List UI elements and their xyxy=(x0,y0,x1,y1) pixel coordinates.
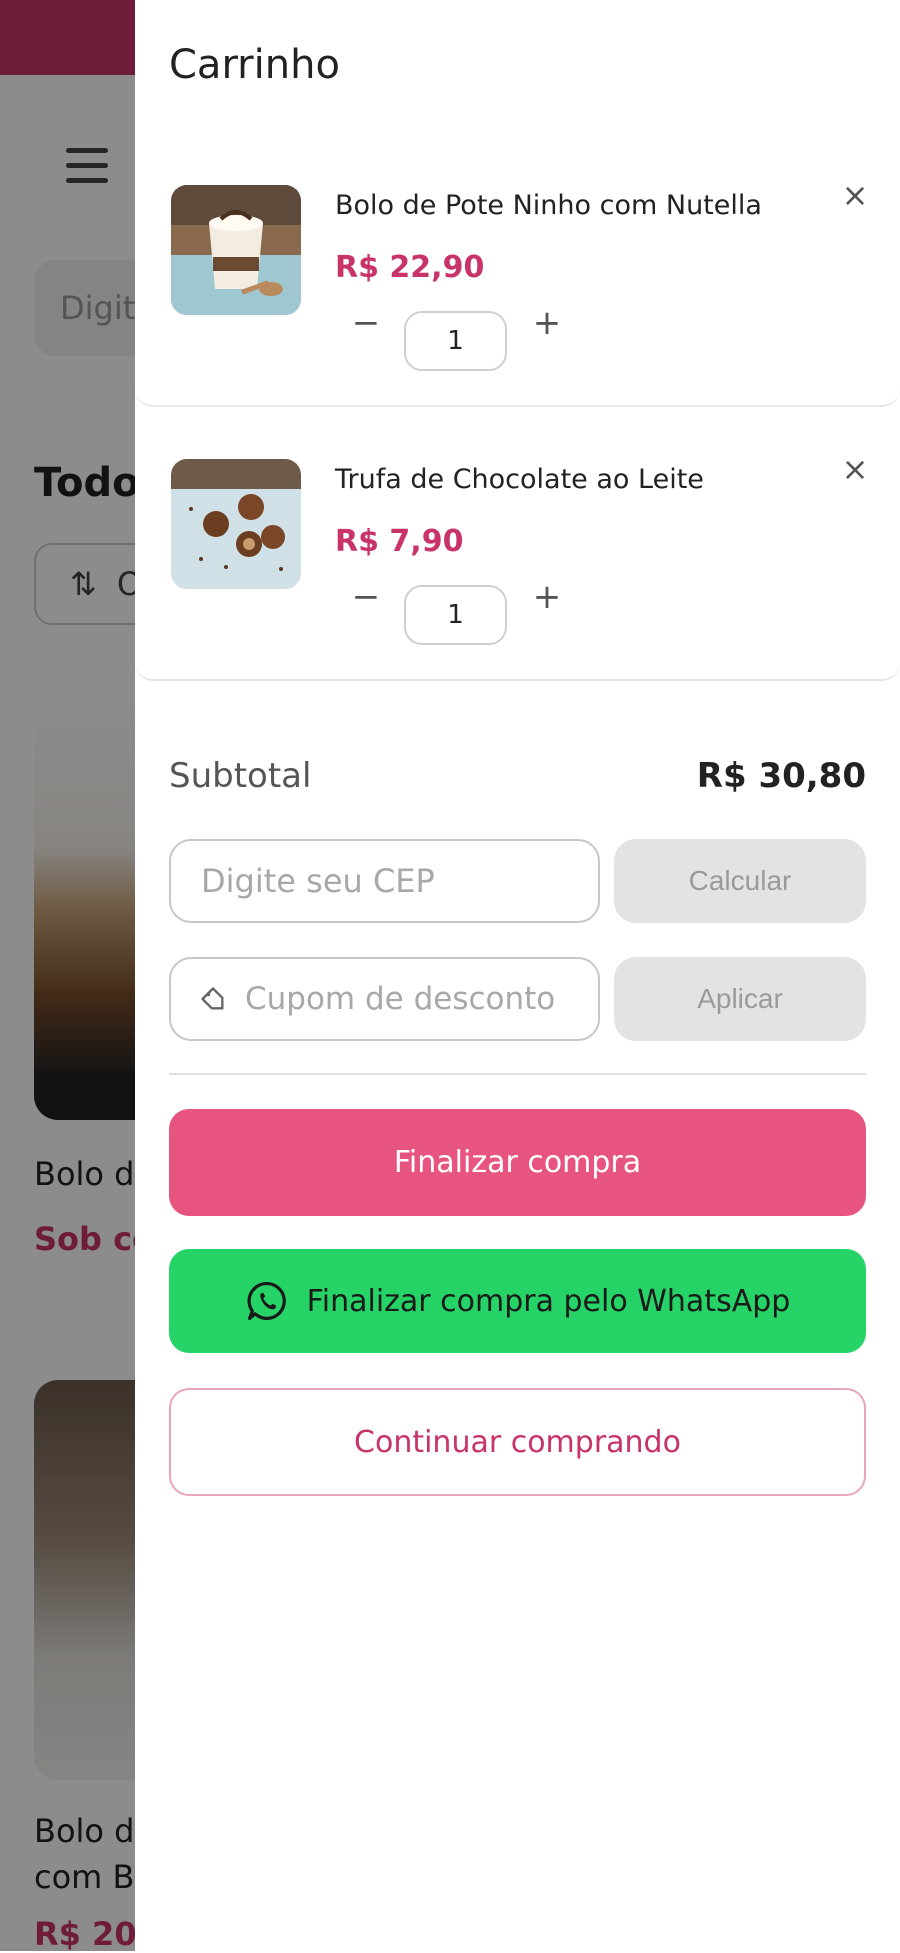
cart-drawer: Carrinho Bolo de Pote Ninho com Nutella … xyxy=(135,0,900,1951)
checkout-button[interactable]: Finalizar compra xyxy=(169,1109,866,1216)
cep-field-wrapper xyxy=(169,839,600,923)
cep-input[interactable] xyxy=(199,861,598,901)
quantity-field[interactable]: 1 xyxy=(404,585,507,645)
subtotal-label: Subtotal xyxy=(169,756,312,796)
item-name[interactable]: Trufa de Chocolate ao Leite xyxy=(335,464,704,495)
coupon-field-wrapper xyxy=(169,957,600,1041)
quantity-field[interactable]: 1 xyxy=(404,311,507,371)
coupon-input[interactable] xyxy=(243,980,598,1018)
divider xyxy=(169,1073,866,1075)
close-icon[interactable]: × xyxy=(835,449,875,489)
subtotal-value: R$ 30,80 xyxy=(696,756,866,796)
item-price: R$ 7,90 xyxy=(335,524,464,559)
whatsapp-icon xyxy=(247,1281,286,1321)
plus-icon[interactable]: + xyxy=(527,303,567,343)
cart-item: Bolo de Pote Ninho com Nutella R$ 22,90 … xyxy=(135,135,900,407)
tag-icon xyxy=(201,987,224,1010)
cart-title: Carrinho xyxy=(169,42,340,88)
whatsapp-button-label: Finalizar compra pelo WhatsApp xyxy=(306,1283,791,1319)
item-name[interactable]: Bolo de Pote Ninho com Nutella xyxy=(335,190,762,221)
apply-coupon-button[interactable]: Aplicar xyxy=(614,957,866,1041)
continue-shopping-button[interactable]: Continuar comprando xyxy=(169,1388,866,1496)
calculate-shipping-button[interactable]: Calcular xyxy=(614,839,866,923)
minus-icon[interactable]: − xyxy=(346,577,386,617)
whatsapp-checkout-button[interactable]: Finalizar compra pelo WhatsApp xyxy=(169,1249,866,1353)
product-thumbnail xyxy=(171,459,301,589)
cart-item: Trufa de Chocolate ao Leite R$ 7,90 − 1 … xyxy=(135,409,900,681)
minus-icon[interactable]: − xyxy=(346,303,386,343)
close-icon[interactable]: × xyxy=(835,175,875,215)
item-price: R$ 22,90 xyxy=(335,250,485,285)
plus-icon[interactable]: + xyxy=(527,577,567,617)
product-thumbnail xyxy=(171,185,301,315)
